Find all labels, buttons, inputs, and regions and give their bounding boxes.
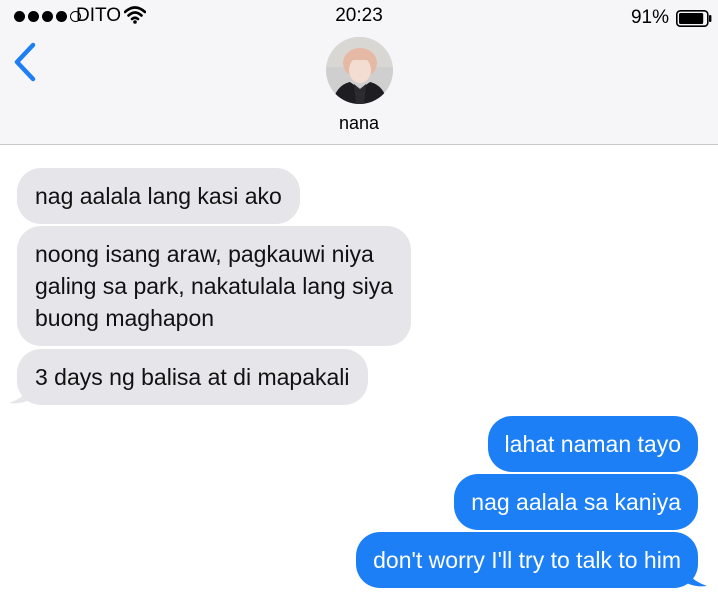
status-time: 20:23 <box>335 5 383 26</box>
sent-message[interactable]: nag aalala sa kaniya <box>454 474 698 530</box>
received-message[interactable]: nag aalala lang kasi ako <box>17 168 300 224</box>
contact-name[interactable]: nana <box>0 113 718 134</box>
bubble-tail <box>680 566 707 587</box>
sent-message[interactable]: don't worry I'll try to talk to him <box>356 532 698 588</box>
status-bar: DITO 20:23 91% <box>0 0 718 34</box>
message-text: 3 days ng balisa at di mapakali <box>35 364 350 390</box>
message-text-line: galing sa park, nakatulala lang siya <box>35 273 394 299</box>
message-text-line: noong isang araw, pagkauwi niya <box>35 241 374 267</box>
message-text: don't worry I'll try to talk to him <box>373 547 681 573</box>
message-text: lahat naman tayo <box>504 431 681 457</box>
received-message[interactable]: noong isang araw, pagkauwi niya galing s… <box>17 226 412 346</box>
chevron-left-icon <box>14 42 36 82</box>
message-text: nag aalala sa kaniya <box>471 489 681 515</box>
back-button[interactable] <box>12 42 40 82</box>
received-message[interactable]: 3 days ng balisa at di mapakali <box>17 349 368 405</box>
message-text-line: buong maghapon <box>35 305 215 331</box>
avatar-image <box>326 37 393 104</box>
avatar[interactable] <box>326 37 393 104</box>
message-text: nag aalala lang kasi ako <box>35 183 282 209</box>
sent-message[interactable]: lahat naman tayo <box>487 416 698 472</box>
battery-percentage: 91% <box>630 7 669 28</box>
bubble-tail <box>9 383 36 404</box>
battery-icon <box>676 10 712 27</box>
